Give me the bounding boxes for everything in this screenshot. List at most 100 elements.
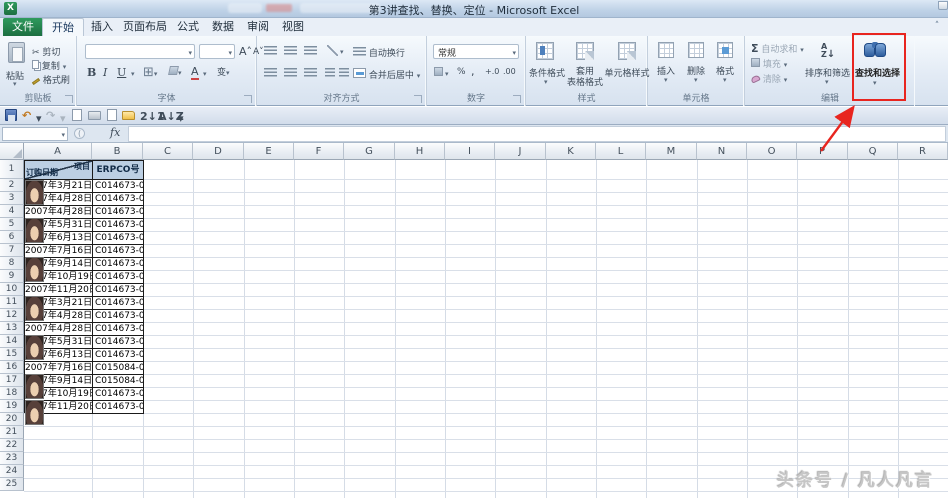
photo-thumbnail[interactable] — [25, 400, 44, 425]
cancel-entry-icon[interactable]: ( — [74, 128, 85, 139]
row-header-20[interactable]: 20 — [0, 413, 24, 426]
qat-customize-dropdown[interactable]: ▾ — [178, 112, 184, 125]
column-header-M[interactable]: M — [646, 143, 697, 160]
currency-dropdown[interactable]: ▾ — [445, 70, 449, 78]
formula-input[interactable] — [128, 126, 946, 142]
cell-B10[interactable]: C014673-012 — [93, 284, 144, 297]
row-header-14[interactable]: 14 — [0, 335, 24, 348]
cell-B15[interactable]: C014673-019 — [93, 349, 144, 362]
delete-cells-dropdown[interactable]: ▾ — [694, 76, 698, 84]
conditional-formatting-icon[interactable] — [536, 42, 554, 60]
row-header-13[interactable]: 13 — [0, 322, 24, 335]
align-middle-icon[interactable] — [284, 46, 297, 55]
cell-B4[interactable]: C014673-006 — [93, 206, 144, 219]
align-center-icon[interactable] — [284, 68, 297, 77]
row-header-3[interactable]: 3 — [0, 192, 24, 205]
row-header-19[interactable]: 19 — [0, 400, 24, 413]
row-header-24[interactable]: 24 — [0, 465, 24, 478]
insert-function-icon[interactable]: fx — [110, 126, 120, 139]
tab-data[interactable]: 数据 — [203, 18, 243, 36]
align-top-icon[interactable] — [264, 46, 277, 55]
format-painter-button[interactable]: 格式刷 — [32, 73, 70, 86]
select-all-corner[interactable] — [0, 143, 24, 160]
row-header-21[interactable]: 21 — [0, 426, 24, 439]
format-as-table-icon[interactable] — [576, 42, 594, 60]
font-color-button[interactable]: A — [191, 65, 199, 80]
bold-button[interactable]: B — [87, 66, 96, 79]
row-header-2[interactable]: 2 — [0, 179, 24, 192]
insert-cells-icon[interactable] — [658, 42, 674, 58]
undo-dropdown[interactable]: ▾ — [36, 112, 42, 125]
undo-icon[interactable]: ↶ — [22, 109, 31, 122]
phonetic-button[interactable]: 变▾ — [217, 65, 230, 78]
borders-button[interactable]: ⊞▾ — [143, 65, 157, 80]
cut-button[interactable]: ✂ 剪切 — [32, 45, 60, 58]
row-header-25[interactable]: 25 — [0, 478, 24, 491]
column-header-O[interactable]: O — [747, 143, 797, 160]
cell-B14[interactable]: C014673-016 — [93, 336, 144, 349]
cell-A1[interactable]: 项目订购日期 — [25, 161, 93, 180]
column-header-Q[interactable]: Q — [848, 143, 898, 160]
column-header-J[interactable]: J — [495, 143, 546, 160]
cell-B1[interactable]: ERPCO号 — [93, 161, 144, 180]
cell-B2[interactable]: C014673-004 — [93, 180, 144, 193]
column-header-C[interactable]: C — [143, 143, 193, 160]
row-header-23[interactable]: 23 — [0, 452, 24, 465]
row-header-10[interactable]: 10 — [0, 283, 24, 296]
cell-B13[interactable]: C014673-015 — [93, 323, 144, 336]
italic-button[interactable]: I — [103, 66, 107, 79]
column-header-K[interactable]: K — [546, 143, 596, 160]
row-header-18[interactable]: 18 — [0, 387, 24, 400]
open-folder-icon[interactable] — [122, 111, 135, 120]
fill-button[interactable]: 填充 ▾ — [751, 57, 787, 70]
save-icon[interactable] — [5, 109, 17, 121]
column-header-R[interactable]: R — [898, 143, 948, 160]
delete-cells-icon[interactable] — [688, 42, 704, 58]
column-header-E[interactable]: E — [244, 143, 294, 160]
underline-button[interactable]: U — [117, 66, 126, 79]
paste-dropdown[interactable]: ▾ — [13, 80, 17, 88]
row-header-12[interactable]: 12 — [0, 309, 24, 322]
row-header-4[interactable]: 4 — [0, 205, 24, 218]
font-size-combo[interactable]: ▾ — [199, 44, 235, 59]
format-cells-dropdown[interactable]: ▾ — [723, 76, 727, 84]
column-header-D[interactable]: D — [193, 143, 244, 160]
currency-icon[interactable] — [434, 67, 443, 76]
wrap-text-button[interactable]: 自动换行 — [353, 46, 405, 59]
format-as-table-button-line2[interactable]: 表格格式 — [564, 75, 606, 88]
row-header-15[interactable]: 15 — [0, 348, 24, 361]
cell-B3[interactable]: C014673-005 — [93, 193, 144, 206]
column-header-G[interactable]: G — [344, 143, 395, 160]
format-cells-icon[interactable] — [717, 42, 733, 58]
row-header-7[interactable]: 7 — [0, 244, 24, 257]
font-color-dropdown[interactable]: ▾ — [203, 70, 207, 78]
cell-B19[interactable]: C014673-002 — [93, 401, 144, 414]
grow-font-button[interactable]: A˄ — [239, 45, 252, 58]
row-header-5[interactable]: 5 — [0, 218, 24, 231]
conditional-formatting-dropdown[interactable]: ▾ — [544, 78, 548, 86]
number-format-combo[interactable]: 常规▾ — [433, 44, 519, 59]
sort-filter-icon[interactable]: AZ↓ — [821, 43, 835, 59]
increase-decimal-button[interactable]: +.0 — [485, 67, 499, 76]
insert-cells-dropdown[interactable]: ▾ — [664, 76, 668, 84]
redo-icon[interactable]: ↷ — [46, 109, 55, 122]
column-header-B[interactable]: B — [92, 143, 143, 160]
align-left-icon[interactable] — [264, 68, 277, 77]
row-header-6[interactable]: 6 — [0, 231, 24, 244]
decrease-indent-icon[interactable] — [325, 68, 335, 77]
print-preview-icon[interactable] — [72, 109, 82, 121]
column-header-A[interactable]: A — [24, 143, 92, 160]
print-icon[interactable] — [88, 111, 101, 120]
photo-thumbnail[interactable] — [25, 180, 44, 205]
new-document-icon[interactable] — [107, 109, 117, 121]
clear-button[interactable]: 清除 ▾ — [751, 72, 787, 85]
fill-color-button[interactable]: ▾ — [169, 66, 182, 78]
row-header-22[interactable]: 22 — [0, 439, 24, 452]
photo-thumbnail[interactable] — [25, 296, 44, 321]
column-header-H[interactable]: H — [395, 143, 445, 160]
tab-review[interactable]: 审阅 — [238, 18, 278, 36]
cell-B5[interactable]: C014673-007 — [93, 219, 144, 232]
sort-filter-dropdown[interactable]: ▾ — [825, 78, 829, 86]
name-box[interactable]: ▾ — [2, 127, 68, 141]
alignment-dialog-launcher[interactable] — [414, 95, 422, 103]
